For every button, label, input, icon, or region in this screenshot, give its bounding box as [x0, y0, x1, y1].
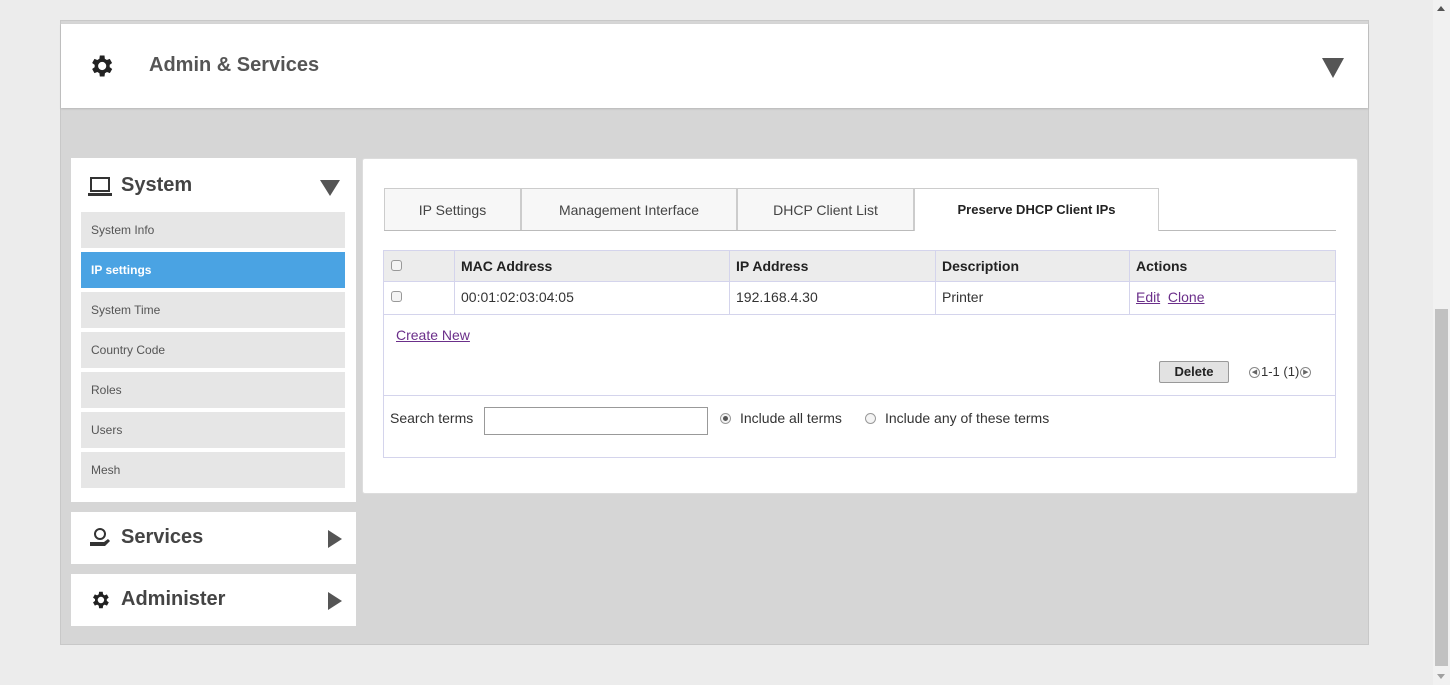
- select-all-cell: [384, 251, 455, 281]
- radio-include-all-label[interactable]: Include all terms: [740, 410, 842, 426]
- search-label: Search terms: [390, 410, 474, 426]
- sidebar-item-mesh[interactable]: Mesh: [81, 452, 345, 488]
- search-divider: [384, 395, 1335, 396]
- gear-icon: [93, 591, 109, 609]
- sidebar-administer-section[interactable]: Administer: [71, 574, 356, 626]
- select-all-checkbox[interactable]: [391, 260, 402, 271]
- pager-next-icon[interactable]: ▶: [1300, 367, 1312, 379]
- edit-link[interactable]: Edit: [1136, 289, 1160, 305]
- tab-management-interface[interactable]: Management Interface: [521, 188, 737, 230]
- row-select-cell: [384, 282, 455, 314]
- pager-text: 1-1 (1): [1261, 364, 1300, 379]
- column-header-actions: Actions: [1136, 258, 1188, 274]
- sidebar-system-header[interactable]: System: [71, 158, 356, 212]
- dhcp-preserve-table: MAC Address IP Address Description Actio…: [383, 250, 1336, 458]
- cell-ip: 192.168.4.30: [730, 282, 936, 314]
- cell-actions: Edit Clone: [1130, 282, 1335, 314]
- table-header-row: MAC Address IP Address Description Actio…: [384, 251, 1335, 282]
- sidebar-services-label: Services: [121, 526, 204, 548]
- radio-include-all[interactable]: [720, 413, 731, 424]
- expand-right-icon[interactable]: [328, 592, 342, 610]
- tab-ip-settings[interactable]: IP Settings: [384, 188, 521, 230]
- row-checkbox[interactable]: [391, 291, 402, 302]
- expand-down-icon[interactable]: [320, 180, 340, 196]
- collapse-triangle-icon[interactable]: [1322, 58, 1344, 78]
- cell-description: Printer: [936, 282, 1130, 314]
- scroll-up-icon[interactable]: [1437, 6, 1445, 11]
- sidebar-services-header[interactable]: Services: [71, 512, 356, 564]
- scroll-thumb[interactable]: [1435, 309, 1448, 666]
- laptop-icon: [88, 177, 112, 196]
- column-header-description[interactable]: Description: [936, 251, 1130, 281]
- radio-include-any-label[interactable]: Include any of these terms: [885, 410, 1049, 426]
- expand-right-icon[interactable]: [328, 530, 342, 548]
- delete-button[interactable]: Delete: [1159, 361, 1229, 383]
- sidebar-administer-header[interactable]: Administer: [71, 574, 356, 626]
- sidebar-item-ip-settings[interactable]: IP settings: [81, 252, 345, 288]
- pager-prev-icon[interactable]: ◀: [1249, 367, 1260, 379]
- sidebar-item-roles[interactable]: Roles: [81, 372, 345, 408]
- column-header-ip[interactable]: IP Address: [730, 251, 936, 281]
- cell-mac: 00:01:02:03:04:05: [455, 282, 730, 314]
- sidebar-administer-label: Administer: [121, 588, 226, 610]
- vertical-scrollbar[interactable]: [1433, 0, 1450, 685]
- sidebar-item-country-code[interactable]: Country Code: [81, 332, 345, 368]
- sidebar-item-users[interactable]: Users: [81, 412, 345, 448]
- gear-icon: [92, 55, 113, 77]
- radio-include-any[interactable]: [865, 413, 876, 424]
- sidebar-services-section[interactable]: Services: [71, 512, 356, 564]
- sidebar-item-system-info[interactable]: System Info: [81, 212, 345, 248]
- sidebar-system-section: System System Info IP settings System Ti…: [71, 158, 356, 502]
- sidebar-item-system-time[interactable]: System Time: [81, 292, 345, 328]
- services-hand-icon: [90, 528, 110, 546]
- tab-dhcp-client-list[interactable]: DHCP Client List: [737, 188, 914, 230]
- scroll-down-icon[interactable]: [1437, 674, 1445, 679]
- column-header-mac[interactable]: MAC Address: [455, 251, 730, 281]
- admin-services-header[interactable]: Admin & Services: [61, 24, 1368, 108]
- search-input[interactable]: [484, 407, 708, 435]
- page-title: Admin & Services: [149, 54, 320, 76]
- sidebar-system-label: System: [121, 174, 193, 196]
- create-new-link[interactable]: Create New: [396, 327, 470, 343]
- clone-link[interactable]: Clone: [1168, 289, 1205, 305]
- pager: ◀ 1-1 (1) ▶: [1248, 364, 1312, 379]
- tab-preserve-dhcp-client-ips[interactable]: Preserve DHCP Client IPs: [914, 188, 1159, 231]
- table-row: 00:01:02:03:04:05 192.168.4.30 Printer E…: [384, 282, 1335, 315]
